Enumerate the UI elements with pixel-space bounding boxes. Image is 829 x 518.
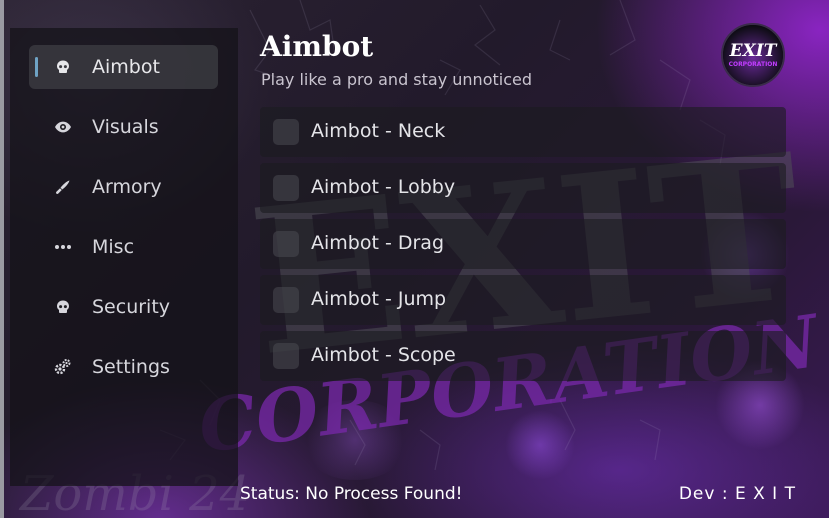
option-row-aimbot-scope[interactable]: Aimbot - Scope: [260, 331, 786, 381]
sidebar: Aimbot Visuals Armory Misc Security Sett…: [10, 28, 238, 486]
option-row-aimbot-drag[interactable]: Aimbot - Drag: [260, 219, 786, 269]
sidebar-item-armory[interactable]: Armory: [29, 165, 218, 209]
sidebar-item-aimbot[interactable]: Aimbot: [29, 45, 218, 89]
option-checkbox[interactable]: [273, 119, 299, 145]
sidebar-item-label: Misc: [92, 236, 135, 258]
option-row-aimbot-lobby[interactable]: Aimbot - Lobby: [260, 163, 786, 213]
sidebar-item-misc[interactable]: Misc: [29, 225, 218, 269]
sidebar-item-settings[interactable]: Settings: [29, 345, 218, 389]
option-checkbox[interactable]: [273, 343, 299, 369]
sidebar-item-visuals[interactable]: Visuals: [29, 105, 218, 149]
option-label: Aimbot - Jump: [311, 288, 447, 310]
knife-icon: [54, 178, 72, 196]
window-edge: [0, 0, 4, 518]
sidebar-item-label: Armory: [92, 176, 162, 198]
option-label: Aimbot - Scope: [311, 344, 456, 366]
option-label: Aimbot - Lobby: [311, 176, 456, 198]
option-checkbox[interactable]: [273, 287, 299, 313]
status-text: Status: No Process Found!: [240, 484, 463, 504]
logo-graphic: EXIT CORPORATION: [723, 25, 783, 85]
app-window: EXIT CORPORATION Zombi 24 Aimbot Visuals…: [0, 0, 829, 518]
gears-icon: [54, 358, 72, 376]
page-title: Aimbot: [260, 30, 374, 63]
ellipsis-icon: [54, 238, 72, 256]
sidebar-item-label: Visuals: [92, 116, 159, 138]
active-indicator: [35, 57, 38, 77]
skull-icon: [54, 58, 72, 76]
option-checkbox[interactable]: [273, 231, 299, 257]
option-row-aimbot-neck[interactable]: Aimbot - Neck: [260, 107, 786, 157]
logo-text: EXIT: [729, 41, 778, 61]
bokeh-decoration: [300, 400, 410, 480]
option-label: Aimbot - Drag: [311, 232, 444, 254]
logo-subtext: CORPORATION: [729, 61, 778, 68]
eye-icon: [54, 118, 72, 136]
option-label: Aimbot - Neck: [311, 120, 446, 142]
bokeh-decoration: [505, 410, 575, 480]
brand-logo: EXIT CORPORATION: [721, 23, 785, 87]
dev-credit: Dev : E X I T: [678, 484, 796, 504]
sidebar-item-security[interactable]: Security: [29, 285, 218, 329]
page-subtitle: Play like a pro and stay unnoticed: [261, 70, 532, 89]
skull-icon: [54, 298, 72, 316]
option-row-aimbot-jump[interactable]: Aimbot - Jump: [260, 275, 786, 325]
sidebar-item-label: Security: [92, 296, 171, 318]
sidebar-item-label: Settings: [92, 356, 170, 378]
option-checkbox[interactable]: [273, 175, 299, 201]
sidebar-item-label: Aimbot: [92, 56, 160, 78]
